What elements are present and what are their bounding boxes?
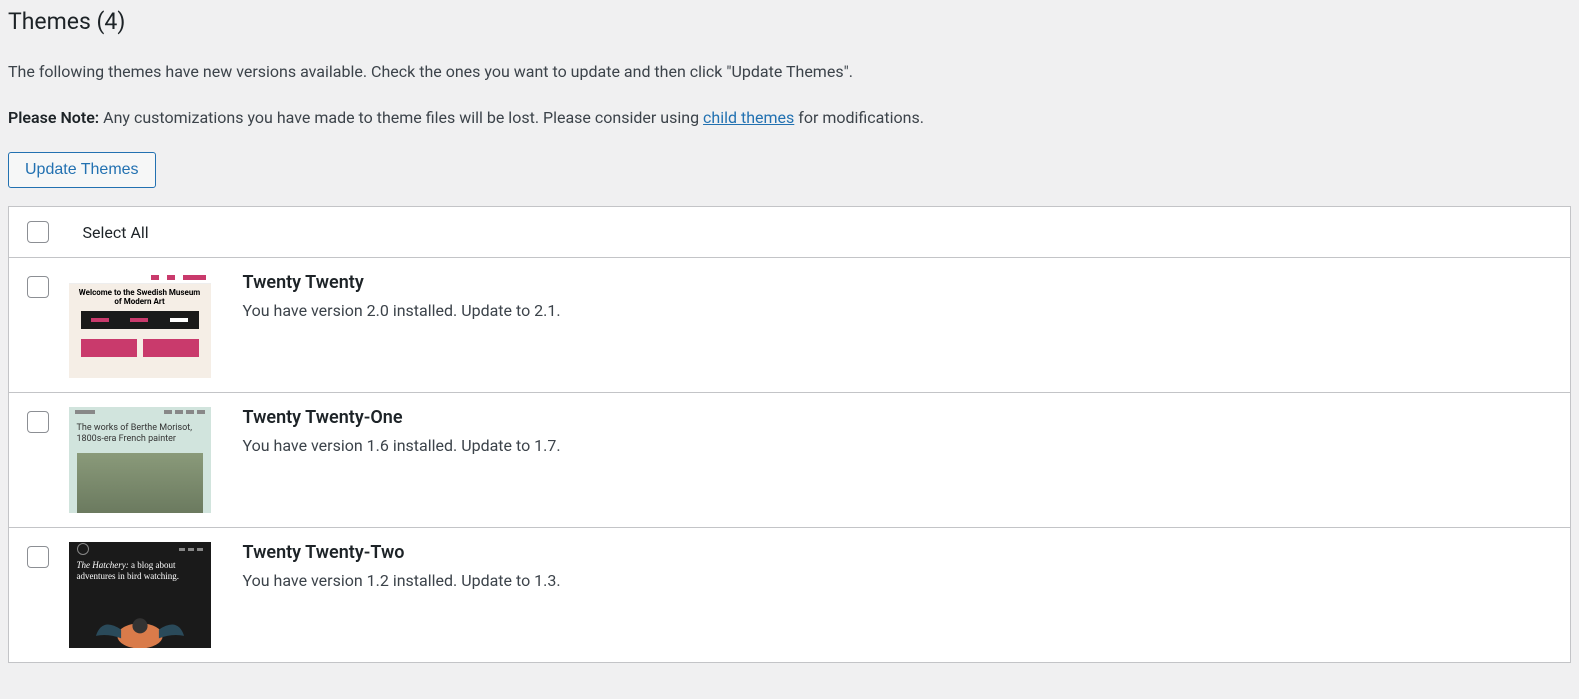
update-themes-button[interactable]: Update Themes bbox=[8, 152, 156, 188]
theme-description: You have version 2.0 installed. Update t… bbox=[243, 301, 1553, 320]
theme-description: You have version 1.2 installed. Update t… bbox=[243, 571, 1553, 590]
thumb-headline: The Hatchery: a blog about adventures in… bbox=[69, 556, 211, 587]
page-title: Themes (4) bbox=[8, 8, 1571, 35]
intro-text: The following themes have new versions a… bbox=[8, 59, 1571, 85]
select-all-checkbox[interactable] bbox=[27, 221, 49, 243]
note-label: Please Note: bbox=[8, 108, 99, 127]
theme-title: Twenty Twenty-One bbox=[243, 407, 1553, 428]
theme-description: You have version 1.6 installed. Update t… bbox=[243, 436, 1553, 455]
thumb-headline: Welcome to the Swedish Museum of Modern … bbox=[69, 284, 211, 311]
note-text: Please Note: Any customizations you have… bbox=[8, 105, 1571, 131]
child-themes-link[interactable]: child themes bbox=[703, 108, 794, 127]
note-before-link: Any customizations you have made to them… bbox=[99, 108, 703, 127]
theme-checkbox-twenty-twenty-one[interactable] bbox=[27, 411, 49, 433]
thumb-headline: The works of Berthe Morisot, 1800s-era F… bbox=[69, 419, 211, 449]
theme-checkbox-twenty-twenty[interactable] bbox=[27, 276, 49, 298]
theme-thumbnail-twenty-twenty-two: The Hatchery: a blog about adventures in… bbox=[69, 542, 211, 648]
theme-title: Twenty Twenty bbox=[243, 272, 1553, 293]
theme-thumbnail-twenty-twenty-one: The works of Berthe Morisot, 1800s-era F… bbox=[69, 407, 211, 513]
theme-row: The works of Berthe Morisot, 1800s-era F… bbox=[9, 393, 1571, 528]
theme-row: The Hatchery: a blog about adventures in… bbox=[9, 528, 1571, 663]
themes-table: Select All Welcome to the Swedish Museum… bbox=[8, 206, 1571, 663]
theme-row: Welcome to the Swedish Museum of Modern … bbox=[9, 258, 1571, 393]
note-after-link: for modifications. bbox=[794, 108, 924, 127]
theme-title: Twenty Twenty-Two bbox=[243, 542, 1553, 563]
theme-thumbnail-twenty-twenty: Welcome to the Swedish Museum of Modern … bbox=[69, 272, 211, 378]
theme-checkbox-twenty-twenty-two[interactable] bbox=[27, 546, 49, 568]
select-all-label[interactable]: Select All bbox=[73, 223, 149, 242]
table-header-row: Select All bbox=[9, 207, 1571, 258]
